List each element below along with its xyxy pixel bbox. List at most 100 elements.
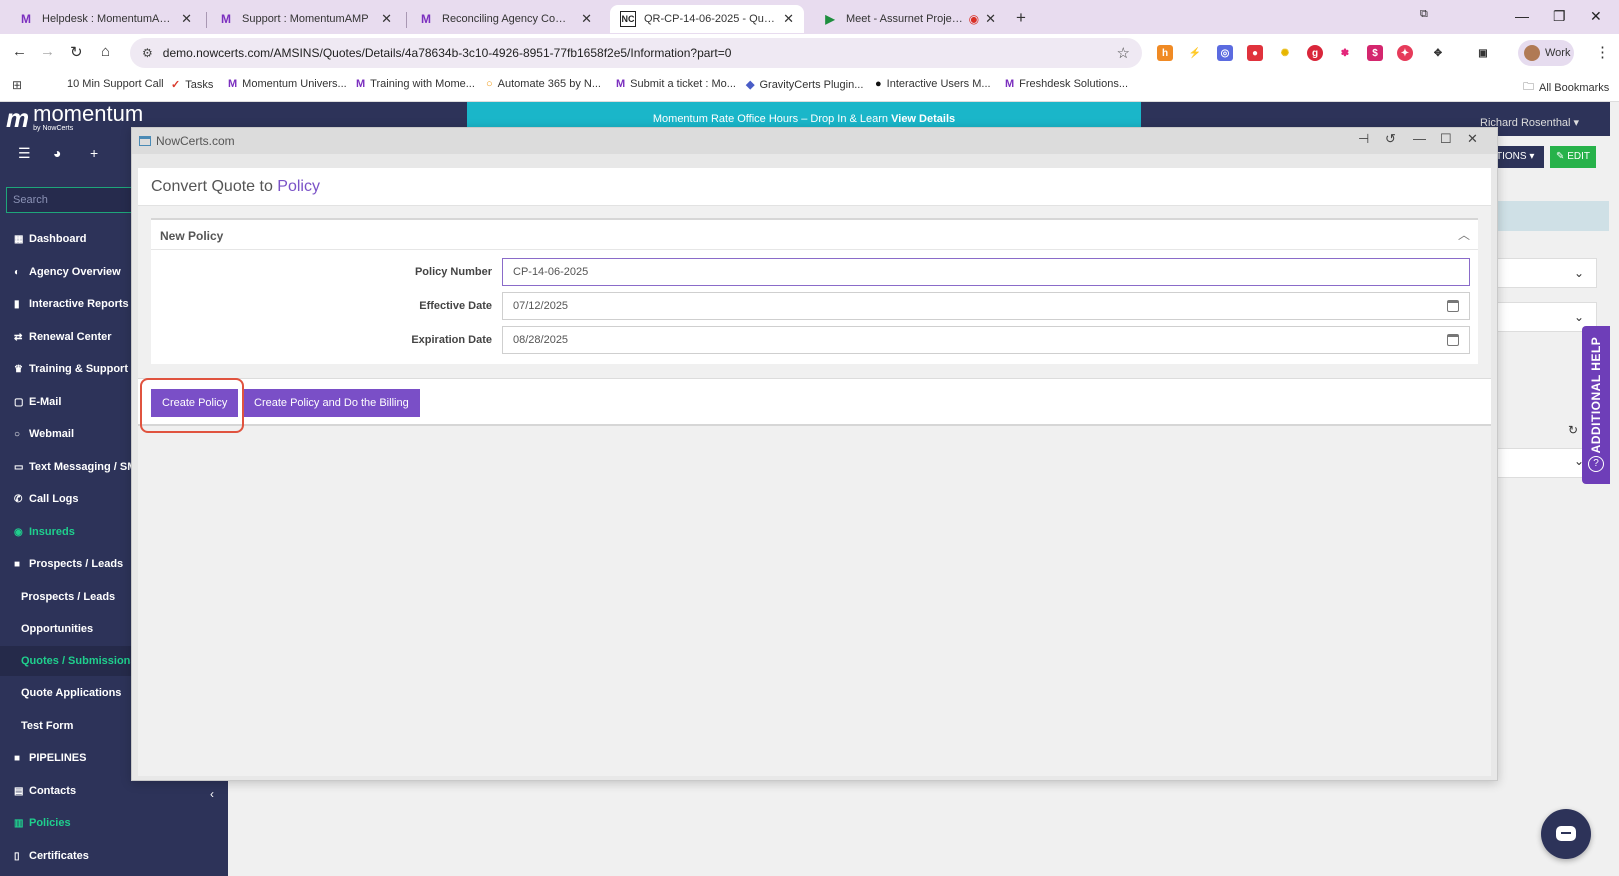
- bookmark-item[interactable]: 10 Min Support Call: [67, 78, 164, 90]
- tab-search-icon[interactable]: ⧉: [1420, 8, 1428, 21]
- apps-grid-icon[interactable]: ⊞: [12, 78, 22, 92]
- profile-button[interactable]: Work: [1518, 40, 1574, 66]
- chat-bubble-icon: [1556, 826, 1576, 841]
- home-icon[interactable]: ⌂: [101, 43, 110, 60]
- profile-label: Work: [1545, 47, 1571, 59]
- chevron-down-icon: ⌄: [1574, 266, 1585, 280]
- tab-meet[interactable]: ▶ Meet - Assurnet Project/Op ◉ ✕: [812, 5, 1006, 33]
- sidebar-item-policies[interactable]: ▥ Policies: [0, 808, 228, 838]
- bookmark-item[interactable]: ○ Automate 365 by N...: [486, 78, 601, 90]
- close-window-button[interactable]: ✕: [1590, 8, 1602, 25]
- actions-dropdown-button[interactable]: TIONS ▾: [1492, 146, 1544, 168]
- extension-icon[interactable]: ●: [1247, 45, 1263, 61]
- pin-icon[interactable]: ⊣: [1358, 131, 1369, 147]
- calendar-icon[interactable]: [1447, 300, 1459, 312]
- sidebar-item-label: Text Messaging / SMS: [29, 461, 144, 473]
- tab-separator: [206, 12, 207, 28]
- sidebar-item-certificates[interactable]: ▯ Certificates: [0, 841, 228, 871]
- avatar: [1524, 45, 1540, 61]
- extension-icon[interactable]: ✦: [1397, 45, 1413, 61]
- tab-reconciling[interactable]: M Reconciling Agency Commissio ✕: [408, 5, 602, 33]
- extension-icon[interactable]: $: [1367, 45, 1383, 61]
- banner-link[interactable]: View Details: [891, 113, 955, 125]
- add-icon[interactable]: +: [90, 145, 98, 161]
- maximize-icon[interactable]: ☐: [1440, 131, 1452, 147]
- edit-button[interactable]: ✎ EDIT: [1550, 146, 1596, 168]
- dialog-titlebar[interactable]: NowCerts.com ⊣ ↺ — ☐ ✕: [132, 128, 1497, 154]
- sidebar-search-input[interactable]: Search: [6, 187, 136, 213]
- create-policy-and-billing-button[interactable]: Create Policy and Do the Billing: [243, 389, 420, 417]
- momentum-favicon-icon: M: [221, 12, 231, 26]
- tab-separator: [406, 12, 407, 28]
- close-icon[interactable]: ✕: [381, 11, 392, 27]
- bookmark-item[interactable]: M Training with Mome...: [356, 78, 475, 90]
- browser-menu-icon[interactable]: ⋮: [1595, 43, 1610, 61]
- extension-icon[interactable]: ✺: [1277, 45, 1293, 61]
- extension-icon[interactable]: ✽: [1337, 45, 1353, 61]
- bookmark-item[interactable]: M Momentum Univers...: [228, 78, 347, 90]
- chat-launcher-button[interactable]: [1541, 809, 1591, 859]
- refresh-icon[interactable]: ↻: [1568, 423, 1578, 437]
- window-icon: [139, 136, 151, 146]
- chevron-up-icon[interactable]: ︿: [1458, 226, 1470, 243]
- extensions-puzzle-icon[interactable]: ✥: [1430, 45, 1446, 61]
- bookmark-label: GravityCerts Plugin...: [759, 78, 864, 91]
- folder-icon: ■: [14, 558, 21, 570]
- sidebar-item-label: Prospects / Leads: [29, 558, 124, 570]
- all-bookmarks[interactable]: 🗀 All Bookmarks: [1523, 78, 1609, 97]
- interactive-users-icon: ●: [875, 78, 882, 90]
- sidebar-collapse-icon[interactable]: ‹: [210, 787, 214, 801]
- highlight-annotation: [140, 378, 244, 433]
- bookmark-item[interactable]: ● Interactive Users M...: [875, 78, 991, 90]
- tab-label: Reconciling Agency Commissio: [442, 13, 575, 25]
- tab-quote-details[interactable]: NC QR-CP-14-06-2025 - Quotes D ✕: [610, 5, 804, 33]
- sidebar-item-label: Webmail: [29, 428, 75, 440]
- extension-icon[interactable]: ⚡: [1187, 45, 1203, 61]
- dialog-header: Convert Quote to Policy: [138, 168, 1491, 206]
- dialog-actions: Create Policy Create Policy and Do the B…: [138, 378, 1491, 426]
- minimize-icon[interactable]: —: [1413, 131, 1426, 146]
- close-icon[interactable]: ✕: [581, 11, 592, 27]
- site-info-icon[interactable]: ⚙: [142, 46, 153, 60]
- all-bookmarks-label: All Bookmarks: [1539, 81, 1610, 94]
- expiration-date-input[interactable]: 08/28/2025: [502, 326, 1470, 354]
- close-icon[interactable]: ✕: [783, 11, 794, 27]
- panel-header[interactable]: New Policy ︿: [151, 220, 1478, 250]
- minimize-window-button[interactable]: —: [1515, 8, 1529, 24]
- new-tab-button[interactable]: +: [1016, 8, 1026, 28]
- nowcerts-favicon-icon: NC: [620, 11, 636, 27]
- bookmark-item[interactable]: M Freshdesk Solutions...: [1005, 78, 1128, 90]
- bookmark-item[interactable]: ◆ GravityCerts Plugin...: [746, 78, 864, 92]
- message-icon: ▭: [14, 461, 24, 473]
- calendar-icon[interactable]: [1447, 334, 1459, 346]
- effective-date-input[interactable]: 07/12/2025: [502, 292, 1470, 320]
- additional-help-tab[interactable]: ADDITIONAL HELP ?: [1582, 326, 1610, 484]
- bookmark-item[interactable]: ✓ Tasks: [171, 78, 213, 92]
- hamburger-menu-icon[interactable]: ☰: [18, 145, 31, 162]
- side-panel-icon[interactable]: ▣: [1475, 45, 1491, 61]
- palette-icon[interactable]: ◕: [53, 145, 61, 161]
- close-icon[interactable]: ✕: [985, 11, 996, 27]
- bookmark-label: 10 Min Support Call: [67, 78, 164, 90]
- tab-helpdesk[interactable]: M Helpdesk : MomentumAMP ✕: [8, 5, 202, 33]
- close-icon[interactable]: ✕: [181, 11, 192, 27]
- policy-number-input[interactable]: CP-14-06-2025: [502, 258, 1470, 286]
- restore-window-button[interactable]: ❐: [1553, 8, 1566, 25]
- reset-icon[interactable]: ↺: [1385, 131, 1396, 147]
- bookmark-item[interactable]: M Submit a ticket : Mo...: [616, 78, 736, 90]
- extension-icon[interactable]: ◎: [1217, 45, 1233, 61]
- convert-quote-dialog: NowCerts.com ⊣ ↺ — ☐ ✕ Convert Quote to …: [131, 127, 1498, 781]
- close-icon[interactable]: ✕: [1467, 131, 1478, 147]
- reload-icon[interactable]: ↻: [70, 43, 83, 61]
- sidebar-item-label: Call Logs: [29, 493, 79, 505]
- tab-support[interactable]: M Support : MomentumAMP ✕: [208, 5, 402, 33]
- effective-date-value: 07/12/2025: [513, 300, 569, 312]
- announcement-banner: Momentum Rate Office Hours – Drop In & L…: [467, 102, 1141, 128]
- bookmark-star-icon[interactable]: ☆: [1117, 44, 1130, 62]
- address-bar[interactable]: ⚙ demo.nowcerts.com/AMSINS/Quotes/Detail…: [130, 38, 1142, 68]
- grammarly-extension-icon[interactable]: g: [1307, 45, 1323, 61]
- back-icon[interactable]: ←: [12, 43, 27, 60]
- forward-icon[interactable]: →: [40, 43, 55, 60]
- chevron-down-icon: ⌄: [1574, 310, 1585, 324]
- hubspot-extension-icon[interactable]: h: [1157, 45, 1173, 61]
